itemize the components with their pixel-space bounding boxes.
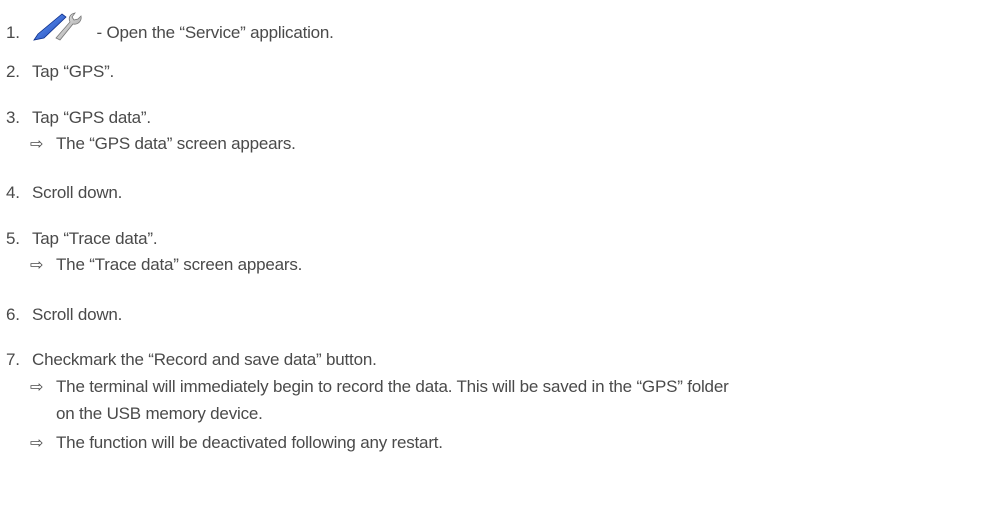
result-text: The function will be deactivated followi… bbox=[56, 433, 443, 452]
step-text: Tap “GPS”. bbox=[32, 62, 115, 81]
step-number: 4. bbox=[6, 183, 20, 202]
step-5-result: ⇨ The “Trace data” screen appears. bbox=[30, 255, 302, 276]
step-1: 1. - Open the “Service” application. bbox=[6, 12, 334, 43]
step-2: 2. Tap “GPS”. bbox=[6, 62, 114, 82]
step-3-result: ⇨ The “GPS data” screen appears. bbox=[30, 134, 296, 155]
result-text: on the USB memory device. bbox=[56, 404, 263, 423]
step-7-result-a: ⇨ The terminal will immediately begin to … bbox=[30, 377, 729, 398]
step-number: 7. bbox=[6, 350, 20, 369]
result-arrow-icon: ⇨ bbox=[30, 136, 44, 153]
step-number: 6. bbox=[6, 305, 20, 324]
step-text: Scroll down. bbox=[32, 183, 123, 202]
step-number: 5. bbox=[6, 229, 20, 248]
step-6: 6. Scroll down. bbox=[6, 305, 122, 325]
step-number: 2. bbox=[6, 62, 20, 81]
step-5: 5. Tap “Trace data”. bbox=[6, 229, 158, 249]
step-7-result-b: ⇨ The function will be deactivated follow… bbox=[30, 433, 443, 454]
step-text: Scroll down. bbox=[32, 305, 123, 324]
service-wrench-icon bbox=[32, 12, 88, 42]
result-text: The terminal will immediately begin to r… bbox=[56, 377, 729, 396]
result-arrow-icon: ⇨ bbox=[30, 379, 44, 396]
step-text: Checkmark the “Record and save data” but… bbox=[32, 350, 377, 369]
result-arrow-icon: ⇨ bbox=[30, 257, 44, 274]
step-text: Tap “GPS data”. bbox=[32, 108, 151, 127]
instruction-page: 1. - Open the “Service” application. 2. … bbox=[0, 0, 995, 532]
step-number: 3. bbox=[6, 108, 20, 127]
result-arrow-icon: ⇨ bbox=[30, 435, 44, 452]
step-text: Tap “Trace data”. bbox=[32, 229, 158, 248]
step-4: 4. Scroll down. bbox=[6, 183, 122, 203]
step-number: 1. bbox=[6, 23, 20, 42]
step-7: 7. Checkmark the “Record and save data” b… bbox=[6, 350, 377, 370]
step-7-result-a-continued: on the USB memory device. bbox=[56, 404, 263, 424]
result-text: The “Trace data” screen appears. bbox=[56, 255, 303, 274]
step-3: 3. Tap “GPS data”. bbox=[6, 108, 151, 128]
step-text: - Open the “Service” application. bbox=[92, 23, 334, 42]
result-text: The “GPS data” screen appears. bbox=[56, 134, 296, 153]
